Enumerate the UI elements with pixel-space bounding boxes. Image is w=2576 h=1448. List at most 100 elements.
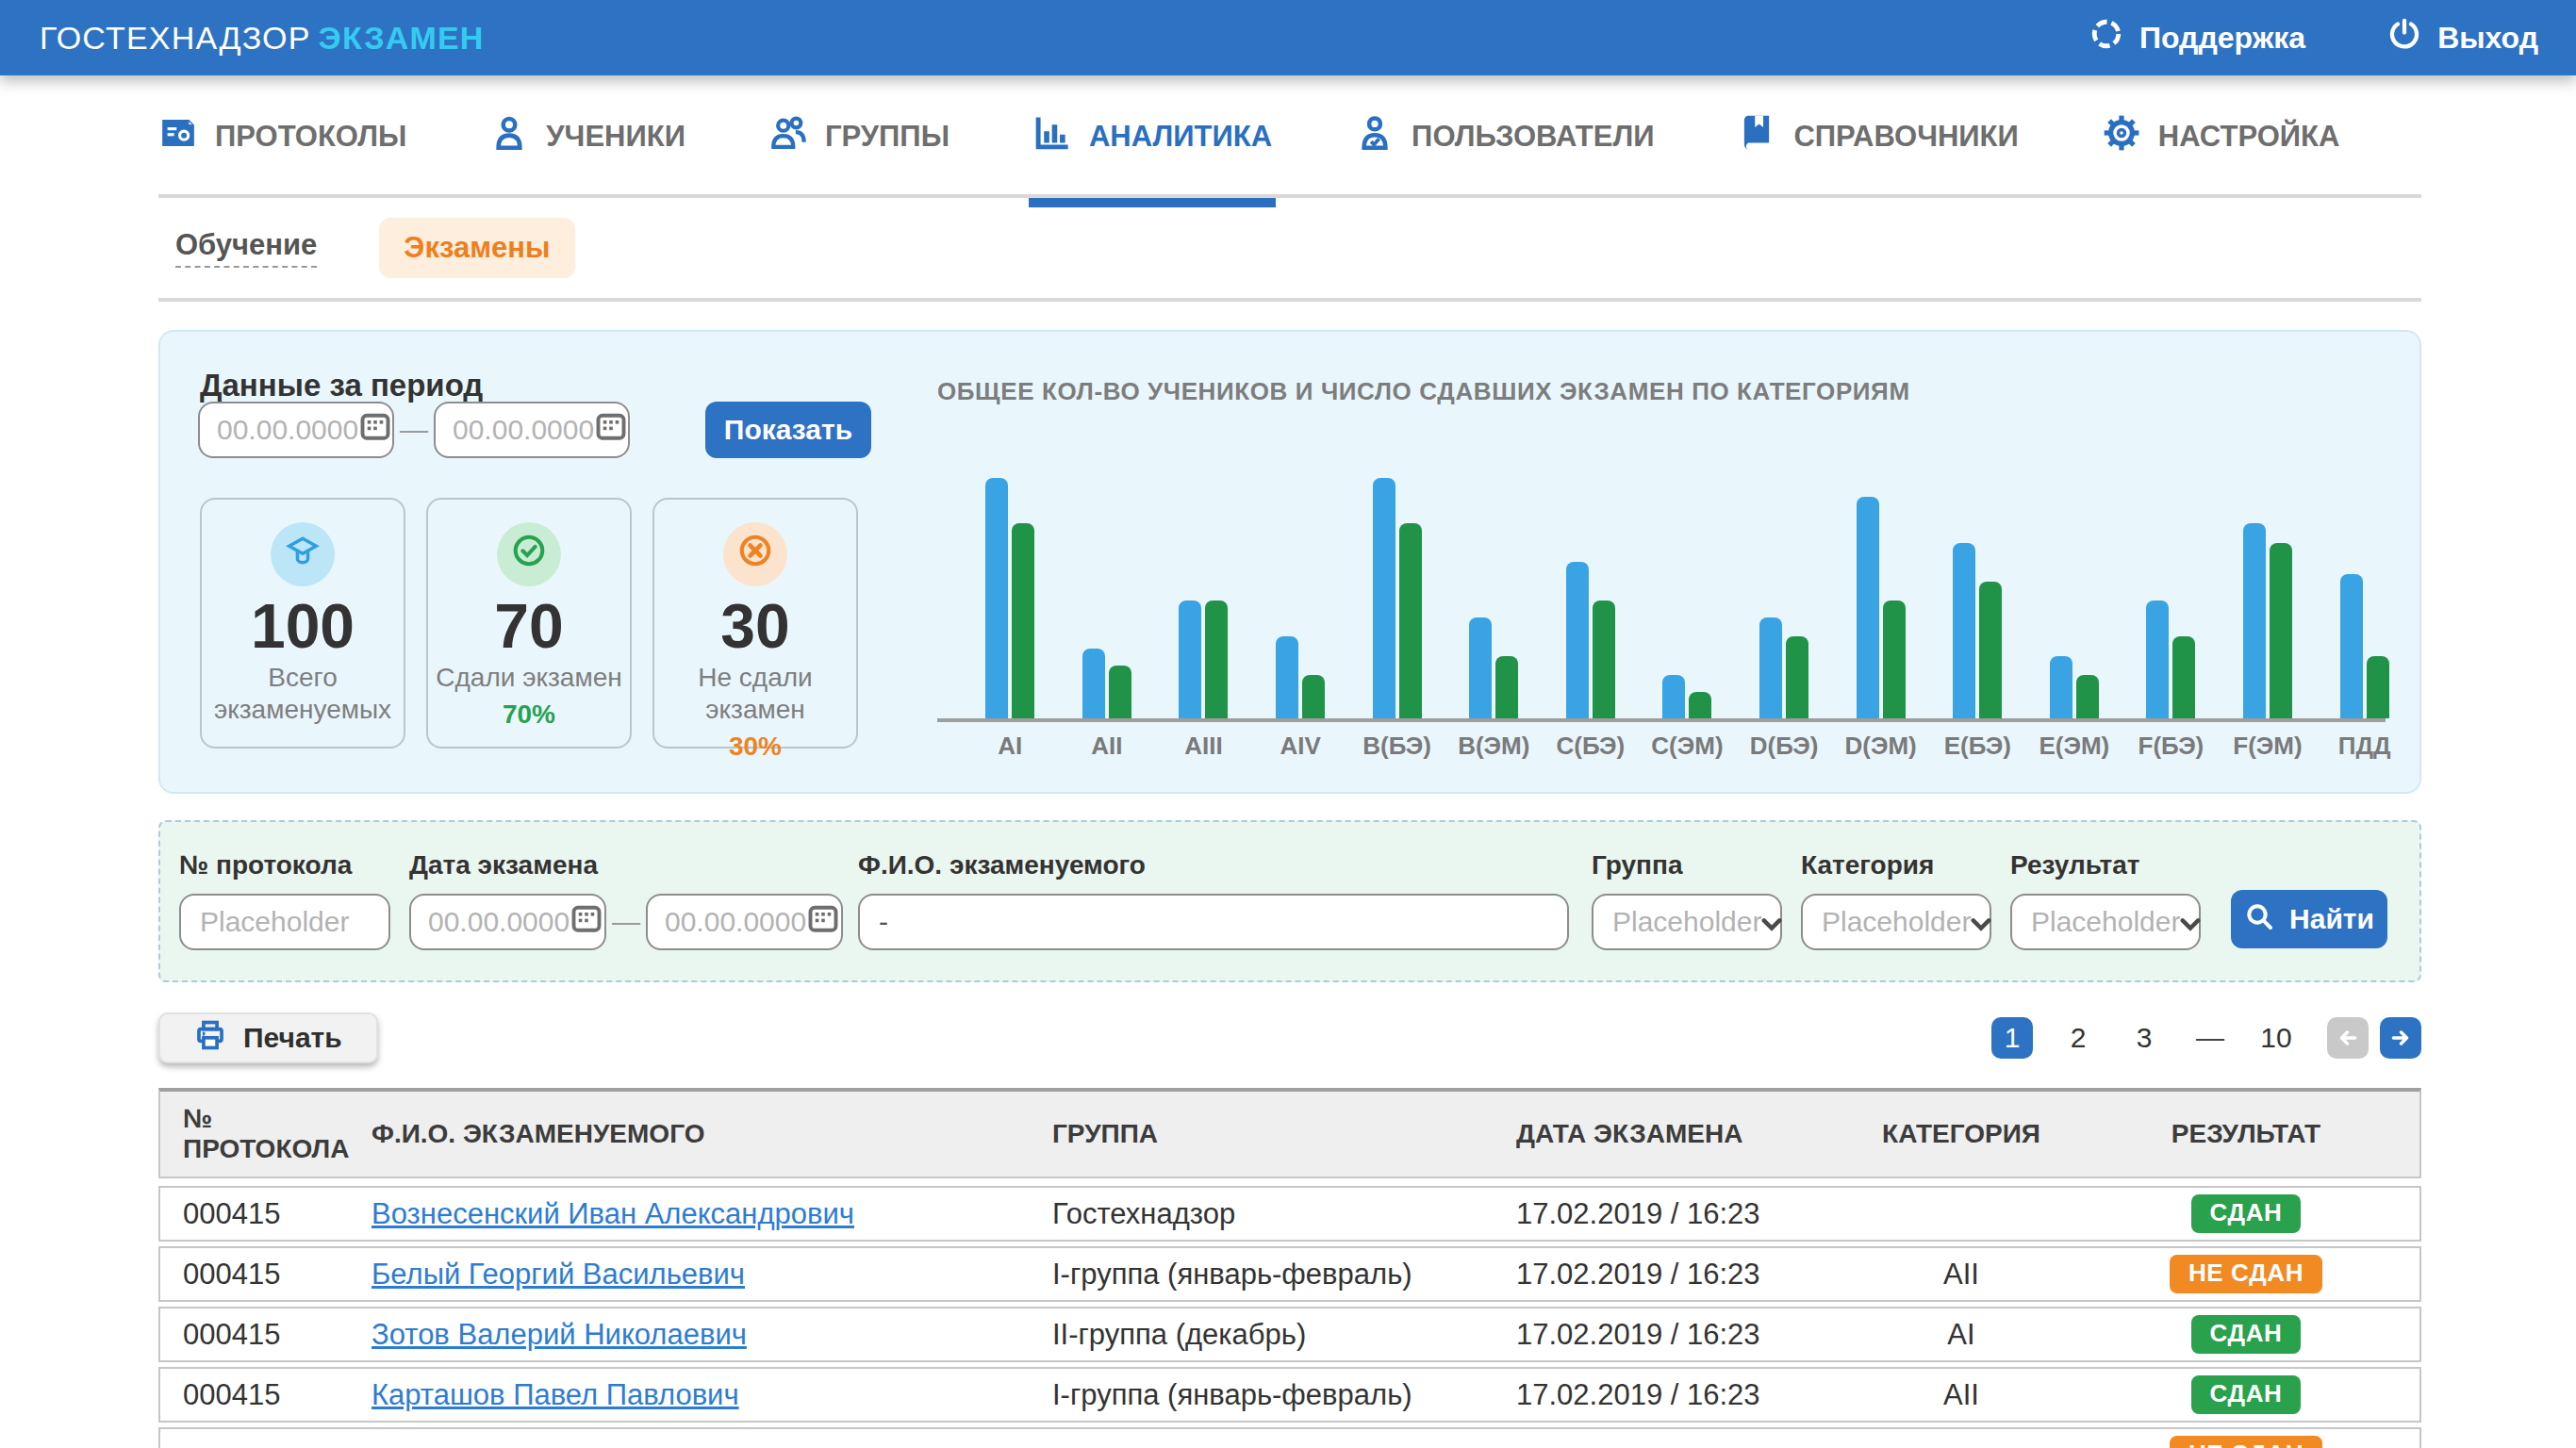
card-icon-circle <box>271 522 335 586</box>
tab-группы[interactable]: ГРУППЫ <box>768 113 949 160</box>
tab-пользователи[interactable]: ПОЛЬЗОВАТЕЛИ <box>1355 113 1654 160</box>
subtab-training[interactable]: Обучение <box>175 228 317 268</box>
cell-protocol: 000415 <box>160 1197 372 1231</box>
book-icon <box>1737 113 1776 160</box>
pagination-page[interactable]: 10 <box>2255 1017 2297 1059</box>
chart-category-label: В(ЭМ) <box>1445 732 1543 761</box>
bar-total <box>1953 543 1975 718</box>
person-icon <box>489 113 529 160</box>
card-label: Не сдали экзамен <box>654 662 856 726</box>
cell-date: 17.02.2019 / 16:23 <box>1511 1258 1850 1292</box>
bar-total <box>2243 523 2266 718</box>
sub-nav: Обучение Экзамены <box>158 198 2421 302</box>
chart-category-label: AIV <box>1252 732 1349 761</box>
find-button[interactable]: Найти <box>2231 890 2387 948</box>
period-date-from-input[interactable]: 00.00.0000 <box>198 402 394 458</box>
category-select[interactable]: Placeholder <box>1801 894 1991 950</box>
cell-category: AII <box>1850 1258 2072 1292</box>
bar-passed <box>1593 601 1615 718</box>
card-percent: 30% <box>654 732 856 762</box>
bar-group <box>2122 475 2220 718</box>
pagination-prev-button[interactable] <box>2327 1017 2369 1059</box>
exam-date-from-input[interactable]: 00.00.0000 <box>409 894 606 950</box>
bar-passed <box>1109 666 1131 718</box>
cell-name: Зотов Валерий Николаевич <box>372 1318 1047 1352</box>
summary-card: 100Всего экзаменуемых <box>200 498 405 749</box>
bar-group <box>1929 475 2026 718</box>
show-button[interactable]: Показать <box>705 402 871 458</box>
results-table: № ПРОТОКОЛАФ.И.О. ЭКЗАМЕНУЕМОГОГРУППАДАТ… <box>158 1088 2421 1448</box>
tab-справочники[interactable]: СПРАВОЧНИКИ <box>1737 113 2018 160</box>
date-range-dash: — <box>400 414 428 446</box>
cell-date: 17.02.2019 / 16:23 <box>1511 1378 1850 1412</box>
app-logo: ГОСТЕХНАДЗОРЭКЗАМЕН <box>40 20 485 57</box>
card-label: Всего экзаменуемых <box>202 662 404 726</box>
tab-протоколы[interactable]: ПРОТОКОЛЫ <box>158 113 406 160</box>
exam-date-to-input[interactable]: 00.00.0000 <box>646 894 843 950</box>
chart-category-label: AII <box>1059 732 1156 761</box>
table-row: 000415Зотов Валерий НиколаевичII-группа … <box>158 1307 2421 1362</box>
pagination-page[interactable]: 2 <box>2057 1017 2099 1059</box>
examinee-link[interactable]: Зотов Валерий Николаевич <box>372 1318 747 1351</box>
result-select[interactable]: Placeholder <box>2010 894 2201 950</box>
bar-passed <box>1786 636 1808 718</box>
bar-total <box>1662 675 1685 718</box>
cell-protocol: 000415 <box>160 1378 372 1412</box>
period-controls: 00.00.0000 — 00.00.0000 Показать <box>198 402 871 458</box>
pagination-page[interactable]: 1 <box>1991 1017 2033 1059</box>
card-label: Сдали экзамен <box>428 662 630 694</box>
support-button[interactable]: Поддержка <box>2090 18 2305 58</box>
tab-ученики[interactable]: УЧЕНИКИ <box>489 113 685 160</box>
bar-group <box>1832 475 1929 718</box>
bar-passed <box>2172 636 2195 718</box>
chevron-down-icon <box>1761 905 1782 940</box>
bar-group <box>1736 475 1833 718</box>
subtab-exams[interactable]: Экзамены <box>379 218 574 278</box>
top-actions: Поддержка Выход <box>2090 18 2538 58</box>
category-filter: Категория Placeholder <box>1801 850 1991 980</box>
pagination-page[interactable]: 3 <box>2123 1017 2165 1059</box>
chart-category-label: D(БЭ) <box>1736 732 1833 761</box>
period-date-to-input[interactable]: 00.00.0000 <box>434 402 630 458</box>
cell-result: НЕ СДАН <box>2072 1436 2419 1448</box>
print-button[interactable]: Печать <box>158 1012 378 1063</box>
gear-icon <box>2102 113 2141 160</box>
person-check-icon <box>1355 113 1395 160</box>
bar-passed <box>1399 523 1422 718</box>
card-percent: 70% <box>428 699 630 730</box>
bar-group <box>962 475 1059 718</box>
chart-category-label: С(БЭ) <box>1543 732 1640 761</box>
bar-group <box>1155 475 1252 718</box>
pagination-next-button[interactable] <box>2380 1017 2421 1059</box>
main-container: ПРОТОКОЛЫ УЧЕНИКИ ГРУППЫ АНАЛИТИКА ПОЛЬЗОВАТ… <box>158 113 2421 1448</box>
period-label: Данные за период <box>200 368 483 403</box>
chart-category-label: ПДД <box>2316 732 2413 761</box>
logout-button[interactable]: Выход <box>2388 18 2538 58</box>
examinee-link[interactable]: Вознесенский Иван Александрович <box>372 1197 854 1230</box>
stats-panel: Данные за период 00.00.0000 — 00.00.0000… <box>158 330 2421 794</box>
table-row: 000415Карташов Павел ПавловичI-группа (я… <box>158 1367 2421 1423</box>
group-select[interactable]: Placeholder <box>1592 894 1782 950</box>
bar-group <box>1059 475 1156 718</box>
chart-category-label: D(ЭМ) <box>1832 732 1929 761</box>
chart-category-label: Е(БЭ) <box>1929 732 2026 761</box>
bar-group <box>1252 475 1349 718</box>
cell-result: СДАН <box>2072 1375 2419 1414</box>
cell-group: I-группа (январь-февраль) <box>1047 1258 1511 1292</box>
result-badge: НЕ СДАН <box>2170 1436 2322 1448</box>
column-header: ДАТА ЭКЗАМЕНА <box>1511 1119 1850 1149</box>
chart-category-label: Е(ЭМ) <box>2026 732 2123 761</box>
bar-passed <box>2367 656 2389 718</box>
bar-total <box>985 478 1008 718</box>
chart-category-label: AIII <box>1155 732 1252 761</box>
result-badge: НЕ СДАН <box>2170 1255 2322 1293</box>
fio-input[interactable]: - <box>858 894 1569 950</box>
protocol-input[interactable]: Placeholder <box>179 894 390 950</box>
examinee-link[interactable]: Белый Георгий Васильевич <box>372 1258 745 1291</box>
tab-label: СПРАВОЧНИКИ <box>1793 120 2018 154</box>
bar-total <box>1469 617 1492 718</box>
tab-настройка[interactable]: НАСТРОЙКА <box>2102 113 2340 160</box>
tab-аналитика[interactable]: АНАЛИТИКА <box>1032 113 1272 160</box>
cell-result: СДАН <box>2072 1194 2419 1233</box>
examinee-link[interactable]: Карташов Павел Павлович <box>372 1378 739 1411</box>
